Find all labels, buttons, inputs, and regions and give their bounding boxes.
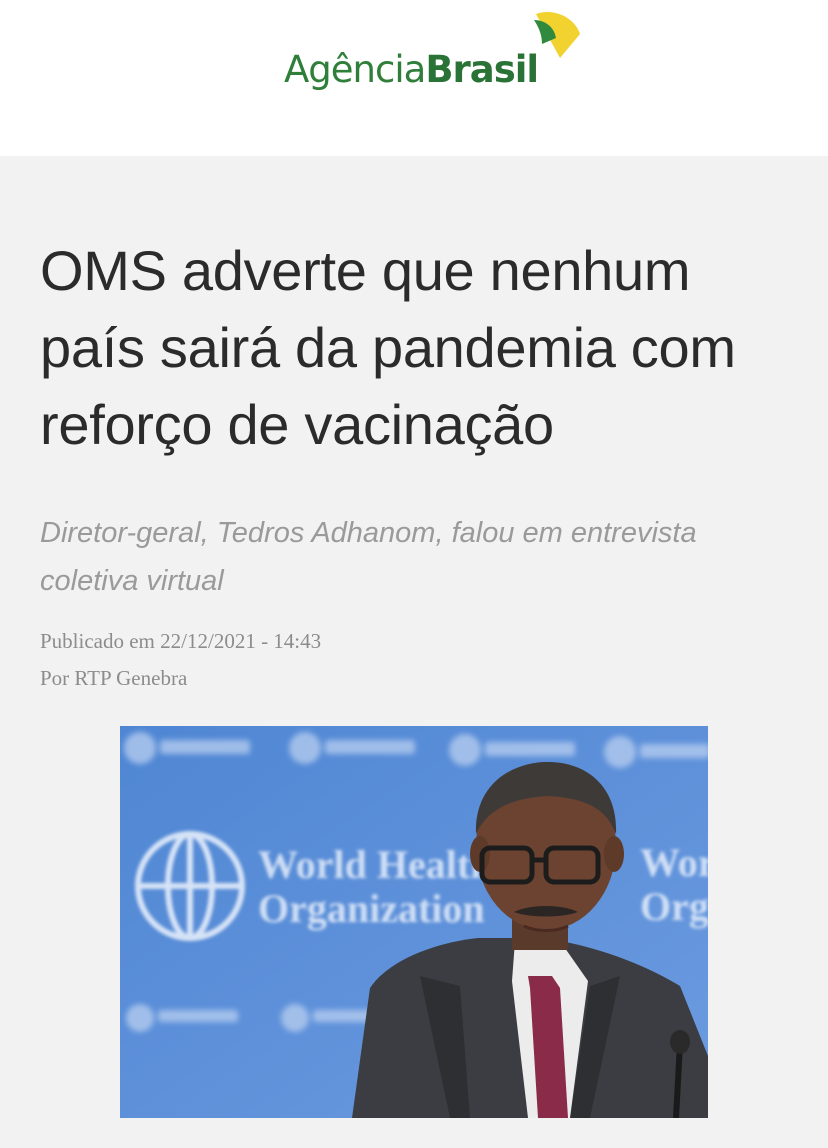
logo-wordmark: AgênciaBrasil [284,48,539,92]
agencia-brasil-logo[interactable]: AgênciaBrasil [284,10,584,100]
article-author: Por RTP Genebra [40,666,188,690]
article-title: OMS adverte que nenhum país sairá da pan… [40,239,736,456]
site-header: AgênciaBrasil [0,0,828,156]
logo-wordmark-bold: Brasil [425,48,539,91]
svg-text:Orga: Orga [640,884,708,929]
article-subtitle: Diretor-geral, Tedros Adhanom, falou em … [40,517,697,597]
publish-date: Publicado em 22/12/2021 - 14:43 [40,629,322,653]
svg-text:World: World [640,840,708,885]
logo-wordmark-light: Agência [284,48,426,91]
photo-bg-text: World Health [258,842,492,887]
photo-illustration: World Health Organization World Orga [120,726,708,1118]
logo-flag-icon [534,12,580,58]
article-photo[interactable]: World Health Organization World Orga [120,726,708,1118]
article-main: OMS adverte que nenhum país sairá da pan… [0,156,828,1148]
svg-text:Organization: Organization [258,886,485,931]
